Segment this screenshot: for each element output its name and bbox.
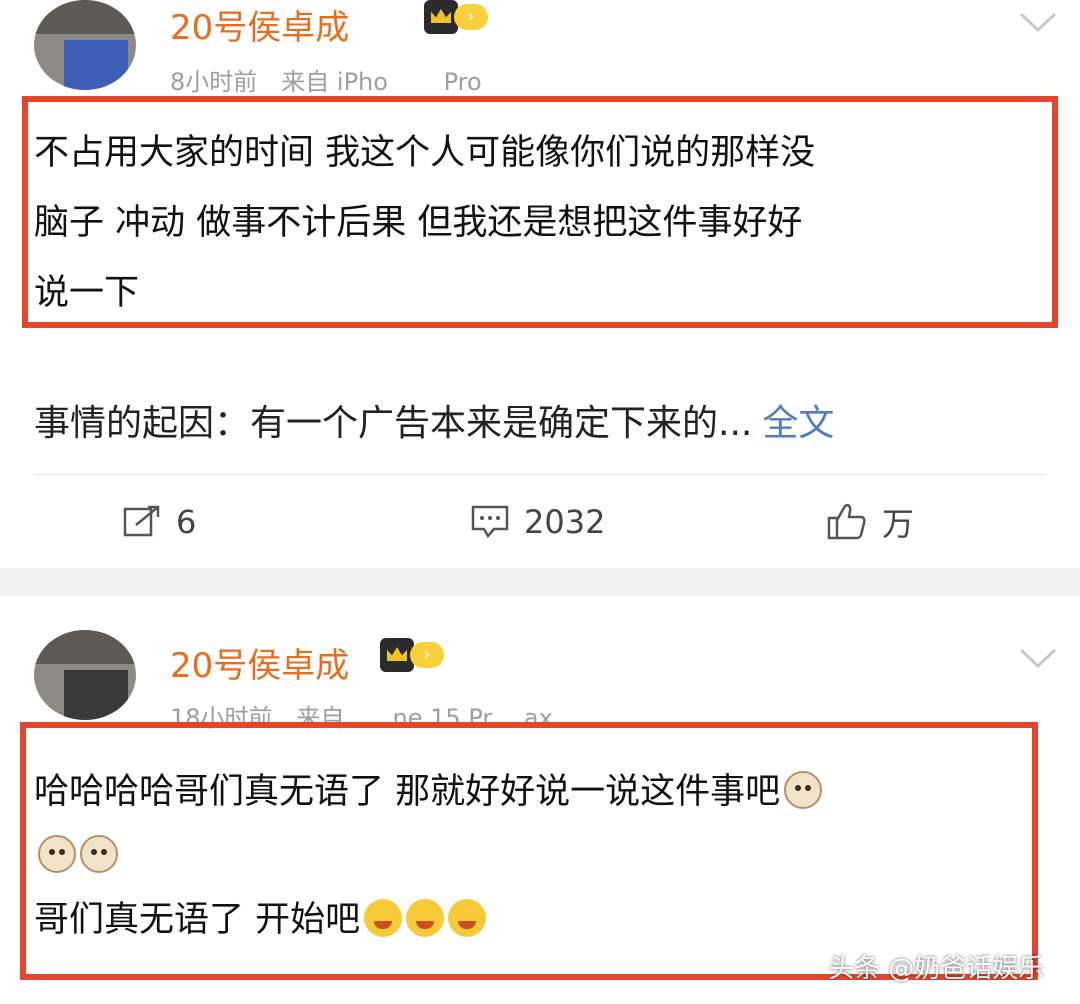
post-meta: 8小时前 来自 iPho Pro (170, 62, 506, 97)
repost-count: 6 (176, 503, 197, 541)
comment-icon (471, 505, 509, 539)
blushing-face-emoji-icon (364, 899, 403, 937)
badge-arrow-icon: › (454, 4, 488, 30)
crown-icon (380, 638, 414, 672)
post-time: 8小时前 (170, 68, 258, 96)
weibo-post-1: 20号侯卓成 › 8小时前 来自 iPho Pro 不占用大家的时间 我这个人可能… (0, 0, 1080, 568)
content-text: 哈哈哈哈哥们真无语了 那就好好说一说这件事吧 (34, 772, 781, 812)
like-button[interactable]: 万 (826, 500, 914, 544)
content-line: 哥们真无语了 开始吧 (34, 888, 1034, 952)
weibo-post-2: 20号侯卓成 › 18小时前 来自 ne 15 Pr ax 哈哈哈哈哥们真无语了 … (0, 596, 1080, 1004)
user-avatar[interactable] (34, 0, 136, 90)
username[interactable]: 20号侯卓成 (170, 638, 349, 687)
avatar-background (34, 0, 136, 34)
post-summary: 事情的起因：有一个广告本来是确定下来的... 全文 (34, 394, 834, 446)
chevron-down-icon[interactable] (1018, 642, 1058, 672)
repost-icon (123, 505, 160, 537)
summary-text: 事情的起因：有一个广告本来是确定下来的... (34, 403, 753, 444)
post-content: 不占用大家的时间 我这个人可能像你们说的那样没 脑子 冲动 做事不计后果 但我还… (34, 118, 1046, 328)
like-count: 万 (882, 505, 915, 543)
emoji-line (34, 824, 1034, 888)
content-line: 哈哈哈哈哥们真无语了 那就好好说一说这件事吧 (34, 760, 1034, 824)
divider (34, 474, 1046, 475)
avatar-background (34, 630, 136, 664)
thumbs-up-icon (827, 503, 866, 540)
post-source: 来自 iPho Pro (281, 68, 482, 96)
content-line: 不占用大家的时间 我这个人可能像你们说的那样没 (34, 133, 816, 173)
comment-button[interactable]: 2032 (470, 500, 605, 544)
crown-icon (424, 0, 458, 34)
crown-badge-icon[interactable]: › (424, 0, 488, 34)
chevron-down-icon[interactable] (1018, 6, 1058, 36)
blushing-face-emoji-icon (406, 899, 445, 937)
avatar-mosaic (64, 40, 128, 90)
cat-face-emoji-icon (784, 771, 823, 809)
repost-button[interactable]: 6 (122, 500, 196, 544)
blushing-face-emoji-icon (448, 899, 487, 937)
post-separator (0, 568, 1080, 596)
content-line: 说一下 (34, 273, 140, 313)
cat-face-emoji-icon (38, 835, 76, 873)
user-avatar[interactable] (34, 630, 136, 720)
watermark: 头条 @奶爸话娱乐 (828, 954, 1045, 984)
comment-count: 2032 (524, 503, 606, 541)
username[interactable]: 20号侯卓成 (170, 0, 349, 49)
full-text-link[interactable]: 全文 (762, 403, 834, 444)
content-line: 脑子 冲动 做事不计后果 但我还是想把这件事好好 (34, 203, 803, 243)
content-text: 哥们真无语了 开始吧 (34, 900, 361, 940)
avatar-mosaic (64, 670, 128, 720)
post-content: 哈哈哈哈哥们真无语了 那就好好说一说这件事吧 哥们真无语了 开始吧 (34, 760, 1034, 952)
cat-face-emoji-icon (80, 835, 118, 873)
crown-badge-icon[interactable]: › (380, 638, 444, 672)
badge-arrow-icon: › (410, 642, 444, 668)
